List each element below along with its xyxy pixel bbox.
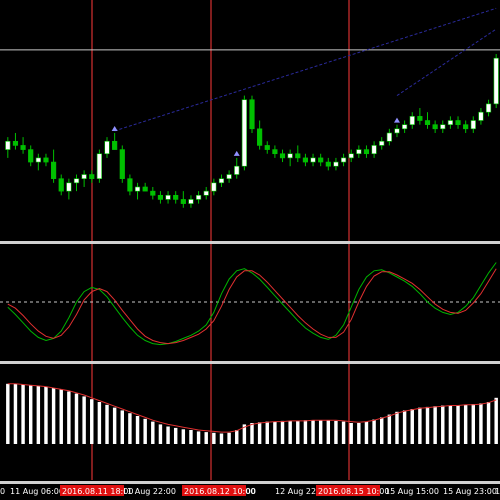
candle-body[interactable] bbox=[35, 157, 41, 163]
candle-body[interactable] bbox=[333, 161, 339, 167]
candle-body[interactable] bbox=[234, 165, 240, 175]
candle-body[interactable] bbox=[73, 178, 80, 184]
candle-body[interactable] bbox=[112, 140, 118, 150]
candle-body[interactable] bbox=[180, 199, 186, 204]
candle-body[interactable] bbox=[363, 149, 370, 155]
candle-body[interactable] bbox=[440, 124, 446, 130]
candle-body[interactable] bbox=[188, 199, 194, 204]
candle-body[interactable] bbox=[241, 99, 247, 167]
candle-body[interactable] bbox=[81, 174, 87, 179]
time-axis-label: 11 Aug 06:00 bbox=[10, 487, 64, 496]
candle-body[interactable] bbox=[66, 182, 72, 192]
candle-body[interactable] bbox=[318, 157, 324, 163]
candle-body[interactable] bbox=[463, 124, 469, 130]
candle-body[interactable] bbox=[150, 190, 156, 196]
candle-body[interactable] bbox=[310, 157, 316, 163]
candle-body[interactable] bbox=[272, 149, 278, 155]
candle-body[interactable] bbox=[20, 145, 26, 150]
time-axis-label: 15 Aug 15:00 bbox=[385, 487, 439, 496]
candle-body[interactable] bbox=[417, 116, 423, 121]
candle-body[interactable] bbox=[386, 132, 392, 142]
candle-body[interactable] bbox=[134, 186, 141, 192]
candle-body[interactable] bbox=[127, 178, 133, 192]
candle-body[interactable] bbox=[173, 194, 179, 200]
time-axis-highlight-label: 2016.08.15 10:00 bbox=[318, 487, 389, 496]
candle-body[interactable] bbox=[287, 153, 293, 159]
candle-body[interactable] bbox=[195, 194, 202, 200]
candle-body[interactable] bbox=[28, 149, 34, 163]
candle-body[interactable] bbox=[371, 145, 377, 155]
time-axis-highlight-label: 2016.08.11 18:00 bbox=[62, 487, 133, 496]
candle-body[interactable] bbox=[211, 182, 217, 192]
panel-separator[interactable] bbox=[0, 241, 500, 244]
candle-body[interactable] bbox=[340, 157, 347, 163]
candle-body[interactable] bbox=[325, 161, 331, 167]
candle-body[interactable] bbox=[257, 128, 263, 146]
candle-body[interactable] bbox=[394, 128, 400, 134]
time-axis: 011 Aug 06:0011 Aug 22:0012 Aug 14:0012 … bbox=[0, 485, 500, 496]
candle-body[interactable] bbox=[226, 174, 232, 179]
candle-body[interactable] bbox=[424, 120, 431, 125]
time-axis-label: 0 bbox=[0, 487, 5, 496]
time-axis-highlight-label: 2016.08.12 10:00 bbox=[184, 487, 255, 496]
candle-body[interactable] bbox=[119, 149, 125, 179]
candle-body[interactable] bbox=[43, 157, 49, 163]
candle-body[interactable] bbox=[5, 140, 11, 150]
candle-body[interactable] bbox=[432, 124, 438, 130]
candle-body[interactable] bbox=[470, 120, 476, 130]
time-axis-label: 15 Aug 23:00 bbox=[443, 487, 497, 496]
candle-body[interactable] bbox=[478, 111, 484, 121]
candle-body[interactable] bbox=[51, 161, 57, 179]
candle-body[interactable] bbox=[493, 57, 499, 105]
candle-body[interactable] bbox=[295, 153, 301, 159]
candle-body[interactable] bbox=[12, 140, 19, 146]
candle-body[interactable] bbox=[218, 178, 225, 184]
candle-body[interactable] bbox=[142, 186, 148, 192]
candle-body[interactable] bbox=[157, 194, 164, 200]
trading-chart[interactable]: 011 Aug 06:0011 Aug 22:0012 Aug 14:0012 … bbox=[0, 0, 500, 500]
candle-body[interactable] bbox=[379, 140, 385, 146]
candle-body[interactable] bbox=[279, 153, 286, 159]
candle-body[interactable] bbox=[447, 120, 453, 125]
time-axis-label: 16 bbox=[495, 487, 500, 496]
candle-body[interactable] bbox=[249, 99, 255, 130]
candle-body[interactable] bbox=[165, 194, 171, 200]
candle-body[interactable] bbox=[402, 124, 408, 130]
candle-body[interactable] bbox=[356, 149, 362, 155]
candle-body[interactable] bbox=[455, 120, 461, 125]
candle-body[interactable] bbox=[104, 140, 110, 155]
candle-body[interactable] bbox=[485, 103, 492, 113]
candle-body[interactable] bbox=[58, 178, 64, 192]
candle-body[interactable] bbox=[264, 145, 270, 150]
candle-body[interactable] bbox=[89, 174, 95, 179]
candle-body[interactable] bbox=[348, 153, 354, 159]
candle-body[interactable] bbox=[96, 153, 102, 179]
candle-body[interactable] bbox=[203, 190, 209, 196]
candle-body[interactable] bbox=[409, 116, 415, 125]
panel-separator[interactable] bbox=[0, 481, 500, 484]
candle-body[interactable] bbox=[302, 157, 309, 163]
panel-separator[interactable] bbox=[0, 361, 500, 364]
